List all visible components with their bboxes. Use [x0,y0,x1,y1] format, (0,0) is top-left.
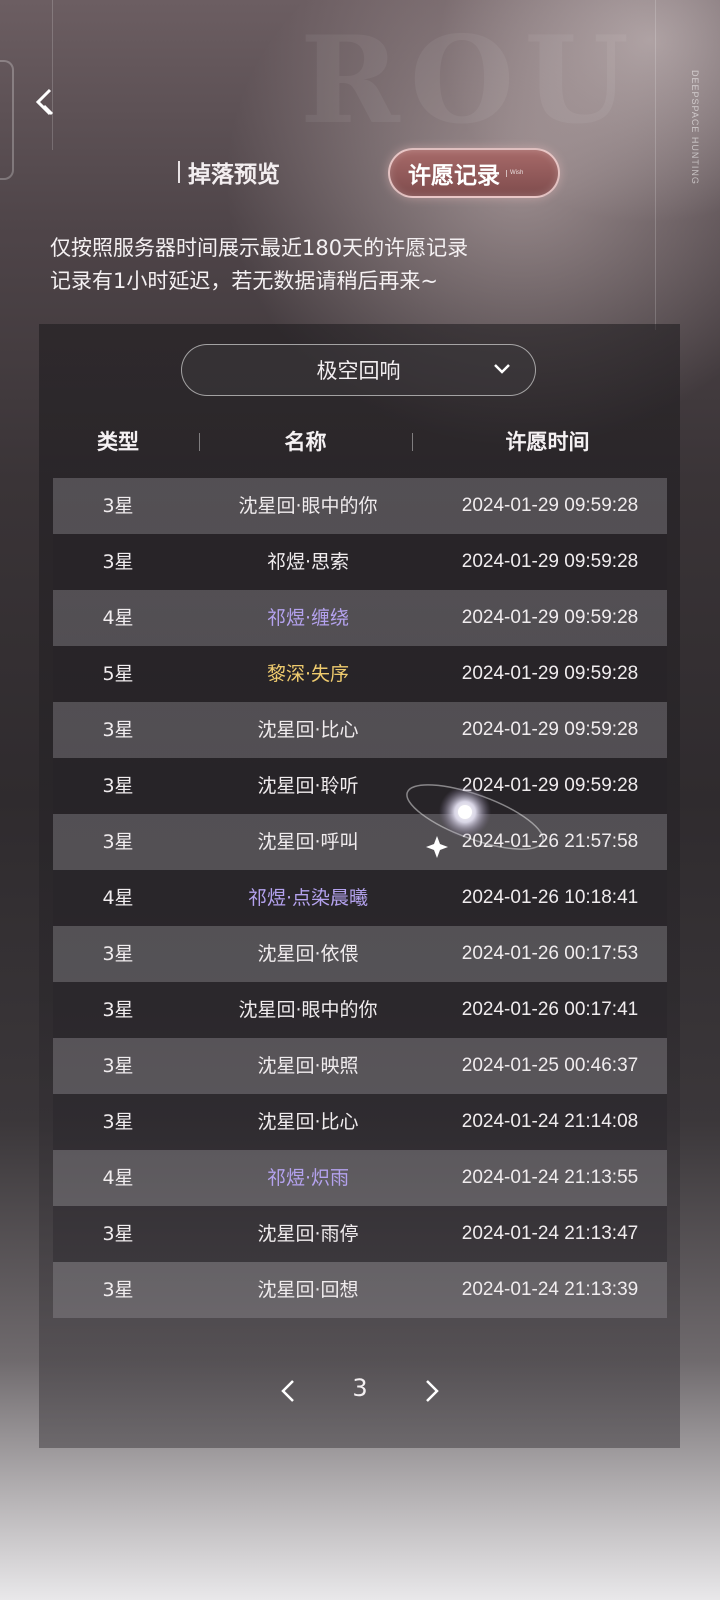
decor-line [655,0,656,330]
table-row: 3星 祁煜·思索 2024-01-29 09:59:28 [53,534,667,590]
brand-vertical-text: DEEPSPACE HUNTING [690,70,700,185]
cell-time: 2024-01-29 09:59:28 [461,495,639,516]
cell-type: 3星 [102,495,134,517]
tab-divider [178,161,180,183]
cell-type: 4星 [102,887,134,909]
cell-time: 2024-01-26 00:17:53 [461,943,639,964]
pool-select-value: 极空回响 [316,359,401,383]
cell-name: 沈星回·依偎 [257,943,359,965]
background-decor: ROU [300,10,639,151]
cell-type: 4星 [102,607,134,629]
cell-time: 2024-01-25 00:46:37 [461,1055,639,1076]
cell-time: 2024-01-26 21:57:58 [461,831,639,852]
decor-line [52,0,53,150]
table-row: 3星 沈星回·映照 2024-01-25 00:46:37 [53,1038,667,1094]
cell-name: 沈星回·雨停 [257,1223,359,1245]
table-row: 5星 黎深·失序 2024-01-29 09:59:28 [53,646,667,702]
cell-name: 沈星回·聆听 [257,775,359,797]
pagination: 3 [270,1366,450,1416]
cell-type: 3星 [102,1111,134,1133]
cell-type: 3星 [102,831,134,853]
cell-time: 2024-01-24 21:14:08 [461,1111,639,1132]
cell-time: 2024-01-29 09:59:28 [461,607,639,628]
tab-drop-preview-label: 掉落预览 [188,162,280,188]
cell-type: 5星 [102,663,134,685]
cell-time: 2024-01-29 09:59:28 [461,551,639,572]
table-row: 3星 沈星回·聆听 2024-01-29 09:59:28 [53,758,667,814]
cell-name: 沈星回·呼叫 [257,831,359,853]
cell-name: 祁煜·思索 [266,551,350,573]
cell-name: 沈星回·眼中的你 [238,495,378,517]
notice-text: 仅按照服务器时间展示最近180天的许愿记录 记录有1小时延迟，若无数据请稍后再来… [50,232,468,298]
side-rail-decor [0,60,14,180]
cell-time: 2024-01-24 21:13:55 [461,1167,639,1188]
tab-wish-mini-text: Wish [506,169,523,177]
header-type: 类型 [97,430,139,454]
table-row: 3星 沈星回·呼叫 2024-01-26 21:57:58 [53,814,667,870]
table-row: 3星 沈星回·依偎 2024-01-26 00:17:53 [53,926,667,982]
next-page-icon[interactable] [418,1377,444,1405]
tab-drop-preview[interactable]: 掉落预览 [178,152,280,192]
cell-name: 祁煜·炽雨 [266,1167,350,1189]
table-header: 类型 名称 许愿时间 [48,424,672,460]
cell-name: 沈星回·比心 [257,719,359,741]
table-row: 3星 沈星回·眼中的你 2024-01-29 09:59:28 [53,478,667,534]
table-row: 3星 沈星回·比心 2024-01-29 09:59:28 [53,702,667,758]
cell-type: 3星 [102,551,134,573]
table-row: 3星 沈星回·回想 2024-01-24 21:13:39 [53,1262,667,1318]
tab-wish-record[interactable]: 许愿记录 Wish [388,148,560,198]
cell-name: 沈星回·比心 [257,1111,359,1133]
back-arrow-icon [35,88,54,116]
cell-time: 2024-01-24 21:13:47 [461,1223,639,1244]
cell-time: 2024-01-29 09:59:28 [461,775,639,796]
cell-type: 3星 [102,1055,134,1077]
table-row: 4星 祁煜·点染晨曦 2024-01-26 10:18:41 [53,870,667,926]
cell-type: 3星 [102,719,134,741]
cell-type: 3星 [102,1223,134,1245]
pool-select-dropdown[interactable]: 极空回响 [181,344,536,396]
notice-line-2: 记录有1小时延迟，若无数据请稍后再来~ [50,269,438,293]
cell-name: 沈星回·眼中的你 [238,999,378,1021]
notice-line-1: 仅按照服务器时间展示最近180天的许愿记录 [50,236,469,260]
cell-name: 祁煜·点染晨曦 [247,887,369,909]
header-time: 许愿时间 [505,430,590,454]
table-row: 3星 沈星回·眼中的你 2024-01-26 00:17:41 [53,982,667,1038]
prev-page-icon[interactable] [276,1377,302,1405]
cell-time: 2024-01-29 09:59:28 [461,719,639,740]
cell-time: 2024-01-29 09:59:28 [461,663,639,684]
cell-type: 3星 [102,943,134,965]
cell-time: 2024-01-26 00:17:41 [461,999,639,1020]
cell-name: 沈星回·映照 [257,1055,359,1077]
cell-type: 3星 [102,999,134,1021]
cell-name: 沈星回·回想 [257,1279,359,1301]
cell-name: 黎深·失序 [266,663,350,685]
cell-type: 3星 [102,775,134,797]
back-button[interactable] [28,84,68,124]
cell-name: 祁煜·缠绕 [266,607,350,629]
tab-wish-record-label: 许愿记录 [408,163,500,189]
header-name: 名称 [284,430,327,454]
table-row: 3星 沈星回·雨停 2024-01-24 21:13:47 [53,1206,667,1262]
chevron-down-icon [494,364,510,374]
record-list: 3星 沈星回·眼中的你 2024-01-29 09:59:28 3星 祁煜·思索 202… [53,478,667,1318]
table-row: 3星 沈星回·比心 2024-01-24 21:14:08 [53,1094,667,1150]
cell-time: 2024-01-26 10:18:41 [461,887,639,908]
table-row: 4星 祁煜·缠绕 2024-01-29 09:59:28 [53,590,667,646]
cell-time: 2024-01-24 21:13:39 [461,1279,639,1300]
page-number: 3 [352,1374,368,1402]
table-row: 4星 祁煜·炽雨 2024-01-24 21:13:55 [53,1150,667,1206]
cell-type: 4星 [102,1167,134,1189]
header-divider [412,433,413,451]
cell-type: 3星 [102,1279,134,1301]
